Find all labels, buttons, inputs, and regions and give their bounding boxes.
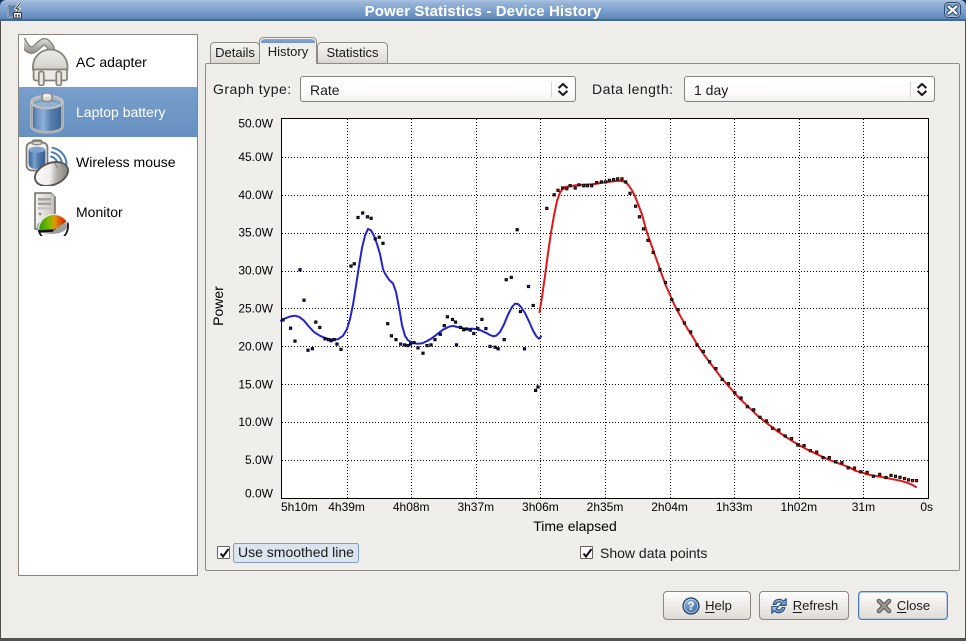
svg-text:?: ? xyxy=(688,601,695,613)
